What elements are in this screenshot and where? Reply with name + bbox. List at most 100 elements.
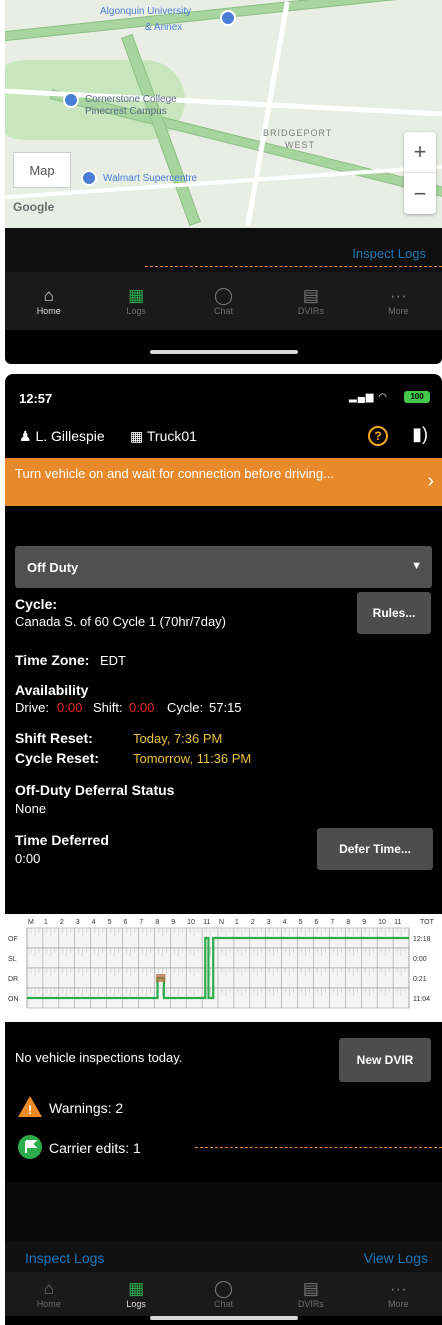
home-icon: ⌂ [43, 1279, 54, 1298]
map-type-button[interactable]: Map [13, 152, 71, 188]
cycle-reset-label: Cycle Reset: [15, 750, 100, 766]
shift-reset-value: Today, 7:36 PM [133, 731, 223, 746]
hour-tick-label: 11 [203, 919, 210, 926]
tab-label: DVIRs [297, 306, 324, 316]
hour-tick-label: 8 [155, 919, 159, 926]
driver-row: ♟ L. Gillespie ▦ Truck01 ? ▮) [5, 418, 442, 458]
tab-label: Chat [214, 1299, 234, 1309]
inspect-logs-link[interactable]: Inspect Logs [352, 246, 426, 261]
warnings-link[interactable]: Warnings: 2 [49, 1100, 123, 1116]
cycle-reset-value: Tomorrow, 11:36 PM [133, 751, 252, 766]
shift-label: Shift: [93, 700, 123, 715]
spacer [5, 1182, 442, 1242]
logs-screen: 12:57 ▂▄▆ ◠ 100 ♟ L. Gillespie ▦ Truck01… [5, 374, 442, 1325]
row-label: OF [8, 936, 18, 943]
row-label: DR [8, 976, 18, 983]
hour-tick-label: 8 [346, 919, 350, 926]
tab-chat[interactable]: ◯ Chat [180, 272, 267, 330]
map-label-superstore: Walmart Supercentre [103, 173, 198, 184]
time-zone-label: Time Zone: [15, 652, 90, 668]
home-icon: ⌂ [43, 286, 54, 305]
tab-dvirs[interactable]: ▤ DVIRs [267, 1272, 354, 1316]
defer-time-button[interactable]: Defer Time... [317, 828, 433, 870]
rules-button[interactable]: Rules... [357, 592, 431, 634]
chat-icon: ◯ [214, 286, 234, 305]
battery-icon: 100 [404, 391, 430, 403]
tab-home[interactable]: ⌂ Home [5, 1272, 92, 1316]
home-indicator [150, 350, 298, 354]
hour-tick-label: 4 [283, 919, 287, 926]
callout-line [195, 1147, 442, 1148]
row-label: SL [8, 956, 17, 963]
cycle-avail-value: 57:15 [209, 700, 242, 715]
view-logs-link[interactable]: View Logs [364, 1250, 428, 1266]
hour-tick-label: 10 [187, 919, 195, 926]
status-bar: 12:57 ▂▄▆ ◠ 100 [5, 374, 442, 418]
tab-more[interactable]: ··· More [355, 272, 442, 330]
zoom-in-button[interactable]: + [404, 132, 436, 173]
tab-label: DVIRs [297, 1299, 324, 1309]
deferral-label: Off-Duty Deferral Status [15, 782, 175, 798]
location-pin-icon[interactable] [63, 92, 79, 108]
no-inspections-text: No vehicle inspections today. [15, 1050, 183, 1065]
zoom-out-button[interactable]: − [404, 173, 436, 214]
hour-tick-label: M [28, 919, 34, 926]
tab-label: More [388, 306, 409, 316]
hour-tick-label: 3 [267, 919, 271, 926]
map-label-bridgeport-line2: WEST [285, 140, 315, 150]
tab-bar: ⌂ Home ▦ Logs ◯ Chat ▤ DVIRs ··· More [5, 1272, 442, 1316]
vehicle-name[interactable]: ▦ Truck01 [130, 428, 197, 445]
hour-tick-label: 3 [76, 919, 80, 926]
clock: 12:57 [19, 391, 53, 406]
device-connection-icon[interactable]: ▮) [412, 424, 428, 445]
hour-tick-label: 5 [299, 919, 303, 926]
log-links-row: Inspect Logs View Logs [5, 1242, 442, 1272]
tab-label: Logs [126, 1299, 146, 1309]
new-dvir-button[interactable]: New DVIR [339, 1038, 431, 1082]
hour-tick-label: 7 [330, 919, 334, 926]
inspect-logs-link[interactable]: Inspect Logs [25, 1250, 104, 1266]
shift-reset-label: Shift Reset: [15, 730, 93, 746]
tab-logs[interactable]: ▦ Logs [92, 272, 179, 330]
dvir-icon: ▤ [302, 1279, 319, 1298]
tab-label: More [388, 1299, 409, 1309]
logs-icon: ▦ [128, 1279, 145, 1298]
hour-tick-label: 5 [108, 919, 112, 926]
logs-icon: ▦ [128, 286, 145, 305]
help-icon[interactable]: ? [368, 426, 388, 446]
location-pin-icon[interactable] [220, 10, 236, 26]
cycle-avail-label: Cycle: [167, 700, 204, 715]
connection-banner[interactable]: Turn vehicle on and wait for connection … [5, 458, 442, 506]
row-total: 0:21 [413, 976, 427, 983]
zoom-controls: + − [404, 132, 436, 214]
more-icon: ··· [389, 286, 407, 305]
banner-message: Turn vehicle on and wait for connection … [15, 466, 334, 481]
tab-dvirs[interactable]: ▤ DVIRs [267, 272, 354, 330]
row-label: ON [8, 996, 19, 1003]
dvir-icon: ▤ [302, 286, 319, 305]
carrier-edits-link[interactable]: Carrier edits: 1 [49, 1140, 141, 1156]
tab-chat[interactable]: ◯ Chat [180, 1272, 267, 1316]
person-icon: ♟ [19, 428, 32, 444]
duty-status-select[interactable]: Off Duty ▼ [15, 546, 432, 588]
carrier-edit-flag-icon [18, 1135, 42, 1159]
time-deferred-value: 0:00 [15, 851, 41, 866]
driver-name[interactable]: ♟ L. Gillespie [19, 428, 105, 445]
hour-tick-label: 11 [394, 919, 401, 926]
home-indicator [150, 1316, 298, 1320]
drive-label: Drive: [15, 700, 49, 715]
signal-icon: ▂▄▆ ◠ [349, 392, 388, 403]
tab-logs[interactable]: ▦ Logs [92, 1272, 179, 1316]
map-label-college: Cornerstone College [85, 94, 177, 105]
cycle-value: Canada S. of 60 Cycle 1 (70hr/7day) [15, 614, 227, 629]
tab-home[interactable]: ⌂ Home [5, 272, 92, 330]
tab-label: Home [36, 1299, 61, 1309]
store-pin-icon[interactable] [81, 170, 97, 186]
map-label-university: Algonquin University [100, 6, 192, 17]
time-zone-value: EDT [100, 653, 126, 668]
hour-tick-label: 2 [251, 919, 255, 926]
tab-more[interactable]: ··· More [355, 1272, 442, 1316]
log-graph[interactable]: M 1 2 3 4 5 6 7 8 9 10 11 N 1 2 3 4 5 6 7 8 9 10 11 TOT OF 12:18 SL… [5, 914, 442, 1022]
cycle-label: Cycle: [15, 596, 58, 612]
map-view[interactable]: Algonquin University & Annex Cornerstone… [5, 0, 442, 228]
